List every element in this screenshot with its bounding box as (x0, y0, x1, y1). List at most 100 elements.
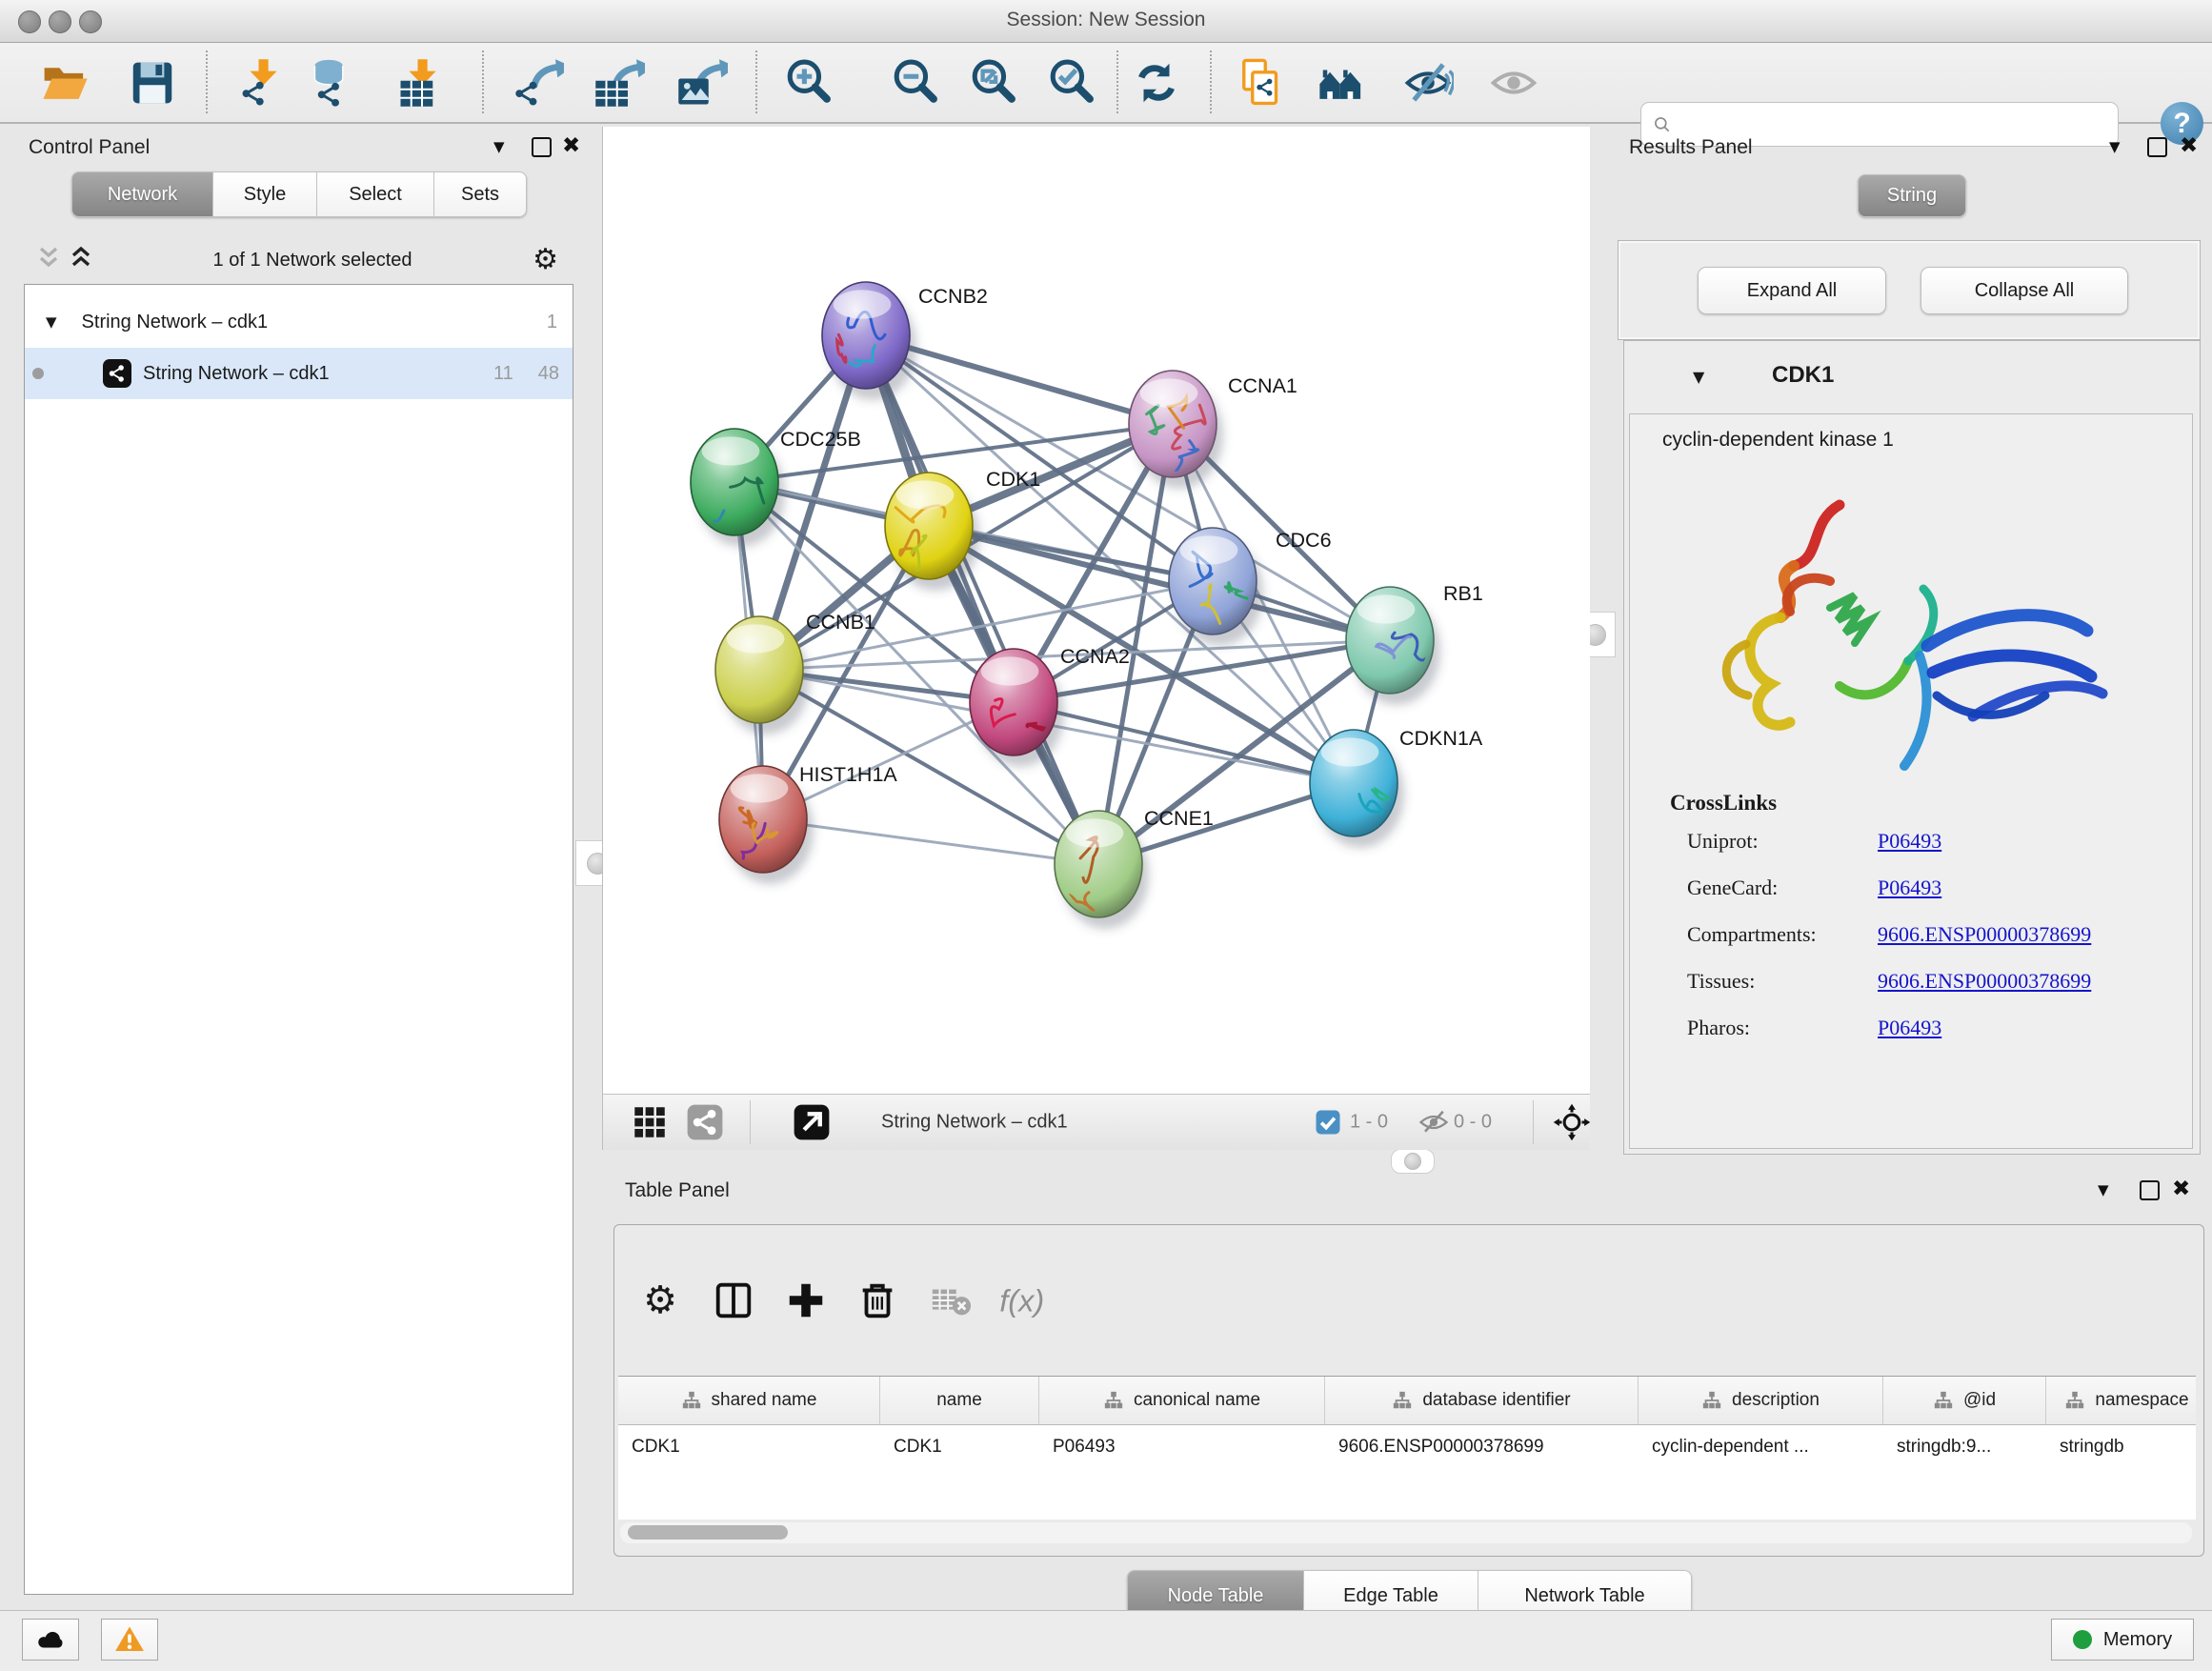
tab-string[interactable]: String (1858, 174, 1966, 217)
column-header-shared-name[interactable]: shared name (618, 1377, 880, 1424)
control-panel-close-icon[interactable]: ✖ (562, 135, 580, 157)
zoom-fit-content-button[interactable] (969, 57, 1020, 109)
gene-disclosure-icon[interactable]: ▼ (1693, 368, 1704, 386)
export-image-button[interactable] (676, 57, 728, 109)
selected-checkbox-icon[interactable] (1314, 1108, 1342, 1137)
crosslink-link[interactable]: P06493 (1878, 829, 1941, 854)
results-panel-close-icon[interactable]: ✖ (2180, 135, 2198, 157)
crosslink-link[interactable]: 9606.ENSP00000378699 (1878, 922, 2091, 947)
edge-CCNA2-CDKN1A[interactable] (1014, 702, 1354, 783)
column-header-canonical-name[interactable]: canonical name (1039, 1377, 1325, 1424)
table-row[interactable]: CDK1CDK1P064939606.ENSP00000378699cyclin… (618, 1425, 2196, 1469)
zoom-in-button[interactable] (784, 57, 835, 109)
crosslink-label: Tissues: (1670, 969, 1878, 994)
network-status-dot-icon (32, 368, 44, 379)
cell-description[interactable]: cyclin-dependent ... (1639, 1437, 1883, 1458)
hide-selected-button[interactable] (1402, 57, 1454, 109)
clone-network-button[interactable] (1237, 57, 1289, 109)
cell--id[interactable]: stringdb:9... (1883, 1437, 2046, 1458)
hidden-eye-icon[interactable] (1417, 1105, 1451, 1139)
tab-network[interactable]: Network (71, 171, 213, 217)
cell-namespace[interactable]: stringdb (2046, 1437, 2196, 1458)
node-CCNA1[interactable]: CCNA1 (1129, 371, 1297, 489)
import-table-from-file-button[interactable] (396, 57, 448, 109)
table-panel-close-icon[interactable]: ✖ (2172, 1178, 2190, 1200)
cloud-button[interactable] (22, 1619, 79, 1661)
table-panel-float-icon[interactable] (2140, 1180, 2160, 1200)
network-row[interactable]: String Network – cdk1 11 48 (25, 348, 573, 399)
memory-label: Memory (2103, 1629, 2172, 1651)
cell-database-identifier[interactable]: 9606.ENSP00000378699 (1325, 1437, 1639, 1458)
function-builder-icon[interactable]: f(x) (993, 1278, 1059, 1322)
column-header-namespace[interactable]: namespace (2046, 1377, 2196, 1424)
results-gene-section: ▼ CDK1 cyclin-dependent kinase 1 CrossLi… (1623, 340, 2201, 1155)
crosslink-link[interactable]: P06493 (1878, 876, 1941, 900)
control-panel-menu-icon[interactable]: ▼ (493, 140, 505, 154)
network-share-view-icon[interactable] (685, 1102, 725, 1142)
tab-select[interactable]: Select (317, 171, 434, 217)
cell-canonical-name[interactable]: P06493 (1039, 1437, 1325, 1458)
save-session-button[interactable] (127, 57, 178, 109)
node-CDK1[interactable]: CDK1 (885, 468, 1040, 591)
cell-name[interactable]: CDK1 (880, 1437, 1039, 1458)
collapse-all-icon[interactable] (37, 245, 60, 276)
export-network-button[interactable] (513, 57, 564, 109)
collapse-all-button[interactable]: Collapse All (1920, 267, 2128, 314)
crosslink-link[interactable]: 9606.ENSP00000378699 (1878, 969, 2091, 994)
node-CCNB1[interactable]: CCNB1 (715, 611, 875, 735)
collection-disclosure-icon[interactable]: ▼ (46, 313, 57, 331)
table-panel-menu-icon[interactable]: ▼ (2098, 1183, 2109, 1198)
node-CCNE1[interactable]: CCNE1 (1055, 807, 1214, 929)
zoom-selected-button[interactable] (1047, 57, 1098, 109)
open-session-button[interactable] (39, 57, 90, 109)
toolbar-separator (206, 50, 208, 113)
add-column-icon[interactable] (784, 1278, 828, 1322)
tab-style[interactable]: Style (213, 171, 317, 217)
node-HIST1H1A[interactable]: HIST1H1A (719, 763, 897, 884)
birdseye-crosshair-icon[interactable] (1552, 1102, 1592, 1142)
cell-shared-name[interactable]: CDK1 (618, 1437, 880, 1458)
zoom-out-button[interactable] (891, 57, 942, 109)
expand-all-icon[interactable] (70, 245, 92, 276)
network-canvas[interactable]: CCNB2 CCNA1 CDC25B CDK1 CDC6 RB1 CCNB1 (602, 127, 1590, 1094)
control-panel-float-icon[interactable] (532, 137, 552, 157)
table-toolbar: ⚙ f(x) (614, 1225, 2203, 1376)
node-CDC6[interactable]: CDC6 (1169, 528, 1332, 646)
grid-view-icon[interactable] (630, 1102, 670, 1142)
first-neighbors-button[interactable] (1317, 57, 1368, 109)
warning-button[interactable] (101, 1619, 158, 1661)
import-network-from-file-button[interactable] (237, 57, 289, 109)
edge-CCNB2-CCNE1[interactable] (866, 335, 1098, 864)
export-table-button[interactable] (593, 57, 645, 109)
detach-view-icon[interactable] (792, 1102, 832, 1142)
memory-button[interactable]: Memory (2051, 1619, 2194, 1661)
column-header-database-identifier[interactable]: database identifier (1325, 1377, 1639, 1424)
results-panel-menu-icon[interactable]: ▼ (2109, 140, 2121, 154)
table-settings-gear-icon[interactable]: ⚙ (643, 1278, 677, 1322)
node-RB1[interactable]: RB1 (1346, 582, 1483, 705)
delete-table-icon[interactable] (929, 1278, 973, 1322)
table-hscrollbar-thumb[interactable] (628, 1525, 788, 1540)
expand-all-button[interactable]: Expand All (1698, 267, 1886, 314)
control-panel-title: Control Panel (29, 136, 150, 159)
column-header--id[interactable]: @id (1883, 1377, 2046, 1424)
split-columns-icon[interactable] (712, 1278, 755, 1322)
tab-sets[interactable]: Sets (434, 171, 527, 217)
import-network-from-database-button[interactable] (311, 57, 362, 109)
bottom-splitter-handle[interactable] (1391, 1149, 1435, 1174)
crosslink-link[interactable]: P06493 (1878, 1016, 1941, 1040)
node-CDC25B[interactable]: CDC25B (691, 428, 861, 548)
column-header-name[interactable]: name (880, 1377, 1039, 1424)
node-CCNA2[interactable]: CCNA2 (970, 645, 1130, 767)
column-header-description[interactable]: description (1639, 1377, 1883, 1424)
collection-label: String Network – cdk1 (82, 312, 269, 333)
network-collection-row[interactable]: ▼ String Network – cdk1 1 (25, 296, 573, 348)
show-all-button[interactable] (1488, 57, 1539, 109)
apply-preferred-layout-button[interactable] (1131, 57, 1182, 109)
results-panel-float-icon[interactable] (2147, 137, 2167, 157)
delete-column-icon[interactable] (855, 1278, 899, 1322)
node-CDKN1A[interactable]: CDKN1A (1310, 727, 1483, 848)
node-CCNB2[interactable]: CCNB2 (822, 282, 988, 400)
cloud-icon (34, 1623, 67, 1656)
network-options-gear-icon[interactable]: ⚙ (533, 246, 558, 274)
